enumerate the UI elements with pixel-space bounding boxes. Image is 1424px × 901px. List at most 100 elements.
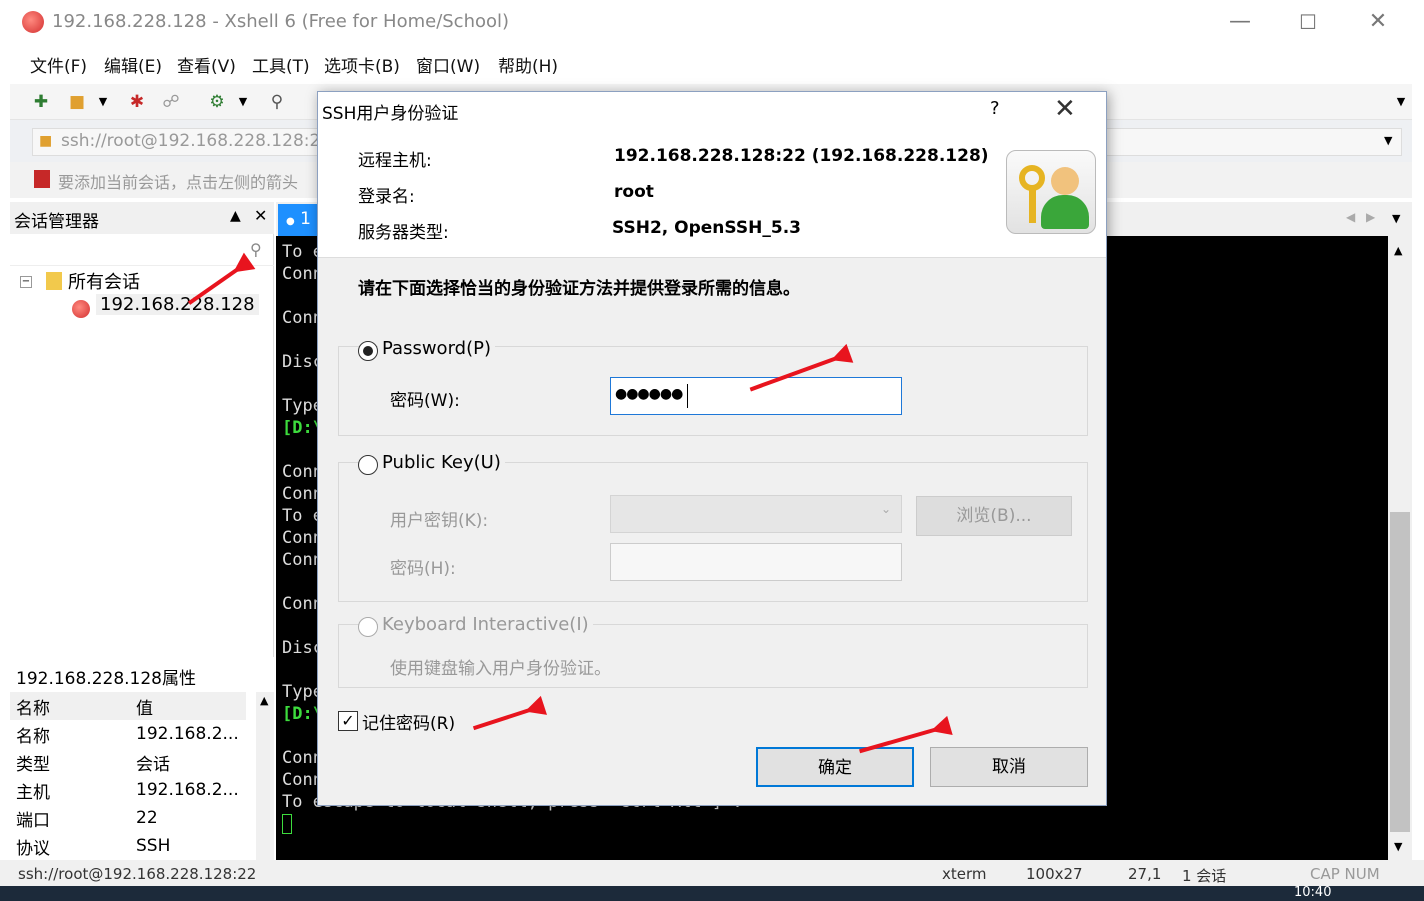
menu-help[interactable]: 帮助(H) [498, 52, 558, 77]
remote-host-value: 192.168.228.128:22 (192.168.228.128) [614, 146, 989, 166]
passphrase-label: 密码(H): [390, 559, 456, 579]
open-folder-icon[interactable]: ■ [66, 92, 88, 112]
prop-key: 协议 [16, 838, 50, 859]
chevron-left-icon[interactable]: ◀ [1346, 210, 1355, 224]
password-value: ●●●●●● [615, 386, 683, 402]
connection-info: 远程主机: 192.168.228.128:22 (192.168.228.12… [318, 128, 1106, 258]
login-label: 登录名: [358, 187, 415, 207]
chevron-up-icon[interactable]: ▲ [1394, 244, 1402, 257]
status-size: 100x27 [1026, 865, 1083, 883]
tree-session-item[interactable]: 192.168.228.128 [96, 294, 259, 315]
table-row: 主机 192.168.2... [10, 776, 246, 804]
menu-bar: 文件(F) 编辑(E) 查看(V) 工具(T) 选项卡(B) 窗口(W) 帮助(… [0, 44, 1424, 84]
status-caps: CAP NUM [1310, 865, 1380, 883]
table-row: 类型 会话 [10, 748, 246, 776]
chevron-down-icon[interactable]: ▼ [1384, 134, 1392, 147]
password-radio[interactable] [358, 341, 378, 361]
chevron-down-icon[interactable]: ▼ [92, 92, 114, 112]
password-option-label[interactable]: Password(P) [378, 338, 495, 359]
remote-host-label: 远程主机: [358, 151, 432, 171]
keyboard-interactive-option-label[interactable]: Keyboard Interactive(I) [378, 614, 593, 635]
password-label: 密码(W): [390, 391, 460, 411]
pin-icon[interactable]: ▲ [230, 208, 241, 224]
chevron-down-icon[interactable]: ▼ [232, 92, 254, 112]
bookmark-icon[interactable] [34, 170, 50, 188]
public-key-option-label[interactable]: Public Key(U) [378, 452, 505, 473]
new-session-icon[interactable]: ✚ [30, 92, 52, 112]
session-manager-title: 会话管理器 [14, 212, 99, 232]
chevron-up-icon[interactable]: ▲ [260, 694, 268, 707]
menu-file[interactable]: 文件(F) [30, 52, 87, 77]
chevron-down-icon[interactable]: ▼ [1394, 840, 1402, 853]
tab-session-1[interactable]: ● 1 [278, 204, 318, 236]
browse-button[interactable]: 浏览(B)... [916, 496, 1072, 536]
connect-icon[interactable]: ✱ [126, 92, 148, 112]
window-title: 192.168.228.128 - Xshell 6 (Free for Hom… [52, 11, 510, 32]
auth-instruction: 请在下面选择恰当的身份验证方法并提供登录所需的信息。 [358, 279, 800, 299]
address-value: ssh://root@192.168.228.128:2 [61, 131, 321, 151]
search-icon[interactable]: ⚲ [250, 240, 262, 259]
menu-tools[interactable]: 工具(T) [252, 52, 310, 77]
status-sessions: 1 会话 [1182, 867, 1227, 885]
menu-tabs[interactable]: 选项卡(B) [324, 52, 400, 77]
remember-password-checkbox[interactable]: ✓ [338, 711, 358, 731]
search-icon[interactable]: ⚲ [266, 92, 288, 112]
server-type-label: 服务器类型: [358, 223, 449, 243]
minimize-icon[interactable]: — [1220, 8, 1260, 36]
chevron-down-icon: ⌄ [881, 502, 892, 516]
session-icon [72, 300, 90, 318]
scroll-thumb[interactable] [1390, 512, 1410, 832]
server-type-value: SSH2, OpenSSH_5.3 [612, 218, 801, 238]
menu-window[interactable]: 窗口(W) [416, 52, 480, 77]
remember-password-label[interactable]: 记住密码(R) [362, 709, 455, 734]
user-key-select[interactable]: ⌄ [610, 495, 902, 533]
menu-view[interactable]: 查看(V) [177, 52, 236, 77]
collapse-icon[interactable]: − [20, 276, 32, 288]
status-pos: 27,1 [1128, 865, 1162, 883]
ok-button-label: 确定 [818, 758, 852, 778]
properties-scrollbar[interactable]: ▲ [256, 692, 274, 860]
chevron-down-icon[interactable]: ▼ [1392, 212, 1400, 225]
prop-value: 192.168.2... [136, 724, 239, 744]
cancel-button-label: 取消 [992, 757, 1026, 777]
prop-key: 主机 [16, 782, 50, 803]
password-input[interactable]: ●●●●●● [610, 377, 902, 415]
status-path: ssh://root@192.168.228.128:22 [18, 865, 257, 883]
close-icon[interactable]: ✕ [254, 206, 267, 225]
dialog-title-bar: SSH用户身份验证 [318, 92, 1106, 128]
keyboard-interactive-radio[interactable] [358, 617, 378, 637]
close-icon[interactable]: ✕ [1358, 8, 1398, 36]
terminal-scrollbar[interactable]: ▲ ▼ [1388, 236, 1412, 860]
dialog-title: SSH用户身份验证 [322, 104, 459, 124]
ok-button[interactable]: 确定 [756, 747, 914, 787]
terminal-cursor [282, 814, 292, 834]
tree-all-sessions[interactable]: 所有会话 [68, 268, 140, 294]
keyboard-interactive-desc: 使用键盘输入用户身份验证。 [390, 659, 611, 679]
passphrase-input[interactable] [610, 543, 902, 581]
prop-key: 名称 [16, 726, 50, 747]
login-value: root [614, 182, 654, 202]
properties-icon[interactable]: ⚙ [206, 92, 228, 112]
table-row: 协议 SSH [10, 832, 246, 860]
prop-value: SSH [136, 836, 171, 856]
xshell-logo-icon [22, 11, 44, 33]
title-bar: 192.168.228.128 - Xshell 6 (Free for Hom… [0, 0, 1424, 44]
column-header-name: 名称 [10, 692, 130, 720]
taskbar: 10:40 [0, 886, 1424, 901]
help-button[interactable]: ? [990, 98, 1000, 119]
chevron-down-icon[interactable]: ▼ [1390, 92, 1412, 112]
public-key-radio[interactable] [358, 455, 378, 475]
prop-key: 类型 [16, 754, 50, 775]
table-row: 端口 22 [10, 804, 246, 832]
dialog-close-icon[interactable]: ✕ [1054, 94, 1076, 124]
user-key-label: 用户密钥(K): [390, 511, 489, 531]
chevron-right-icon[interactable]: ▶ [1366, 210, 1375, 224]
tab-status-icon: ● [286, 216, 295, 227]
folder-icon [46, 272, 62, 290]
menu-edit[interactable]: 编辑(E) [104, 52, 162, 77]
disconnect-icon[interactable]: ☍ [160, 92, 182, 112]
maximize-icon[interactable]: ☐ [1288, 8, 1328, 36]
ssh-auth-dialog: SSH用户身份验证 ? ✕ 远程主机: 192.168.228.128:22 (… [317, 91, 1107, 806]
lock-icon: ■ [39, 133, 53, 149]
cancel-button[interactable]: 取消 [930, 747, 1088, 787]
